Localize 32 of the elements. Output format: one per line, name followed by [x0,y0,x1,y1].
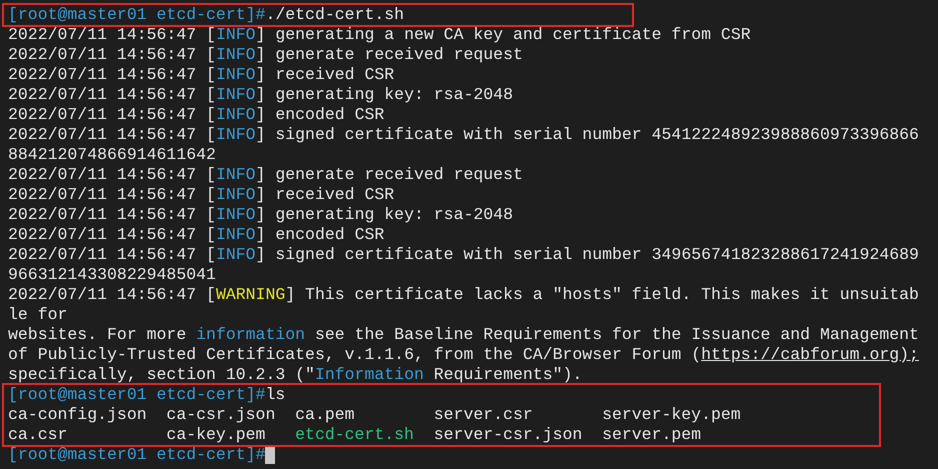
output-line: 884212074866914611642 [8,145,216,165]
file-name: ca-config.json [8,405,147,425]
file-name: server-key.pem [602,405,741,425]
output-line: 2022/07/11 14:56:47 [INFO] generate received request [8,165,523,185]
file-name: ca.pem [295,405,355,425]
output-line: le for [8,305,68,325]
output-line: 2022/07/11 14:56:47 [WARNING] This certificate lacks a "hosts" field. This makes it unsuitab [8,285,919,305]
file-name: server.pem [602,425,702,445]
output-line: 2022/07/11 14:56:47 [INFO] encoded CSR [8,225,384,245]
command-line: [root@master01 etcd-cert]# [8,445,266,465]
file-name: ca-csr.json [166,405,276,425]
output-line: 2022/07/11 14:56:47 [INFO] encoded CSR [8,105,384,125]
output-line: of Publicly-Trusted Certificates, v.1.1.6, from the CA/Browser Forum (https://cabforum.org); [8,345,919,365]
link[interactable]: https://cabforum.org); [701,345,919,364]
output-line: 966312143308229485041 [8,265,216,285]
file-name: ca-key.pem [166,425,266,445]
output-line: websites. For more information see the Baseline Requirements for the Issuance and Management [8,325,919,345]
output-line: 2022/07/11 14:56:47 [INFO] received CSR [8,65,394,85]
command-line: [root@master01 etcd-cert]#./etcd-cert.sh [8,5,404,25]
output-line: 2022/07/11 14:56:47 [INFO] generate received request [8,45,523,65]
file-name: server.csr [434,405,533,425]
command-line: [root@master01 etcd-cert]#ls [8,385,286,405]
output-line: 2022/07/11 14:56:47 [INFO] generating a new CA key and certificate from CSR [8,25,751,45]
output-line: specifically, section 10.2.3 ("Information Requirements"). [8,365,582,385]
file-name: ca.csr [8,425,68,445]
file-name: etcd-cert.sh [295,425,414,445]
output-line: 2022/07/11 14:56:47 [INFO] received CSR [8,185,394,205]
output-line: 2022/07/11 14:56:47 [INFO] signed certificate with serial number 454122248923988860973396866 [8,125,919,145]
file-name: server-csr.json [434,425,582,445]
output-line: 2022/07/11 14:56:47 [INFO] signed certificate with serial number 349656741823288617241924689 [8,245,919,265]
output-line: 2022/07/11 14:56:47 [INFO] generating key: rsa-2048 [8,205,513,225]
output-line: 2022/07/11 14:56:47 [INFO] generating key: rsa-2048 [8,85,513,105]
